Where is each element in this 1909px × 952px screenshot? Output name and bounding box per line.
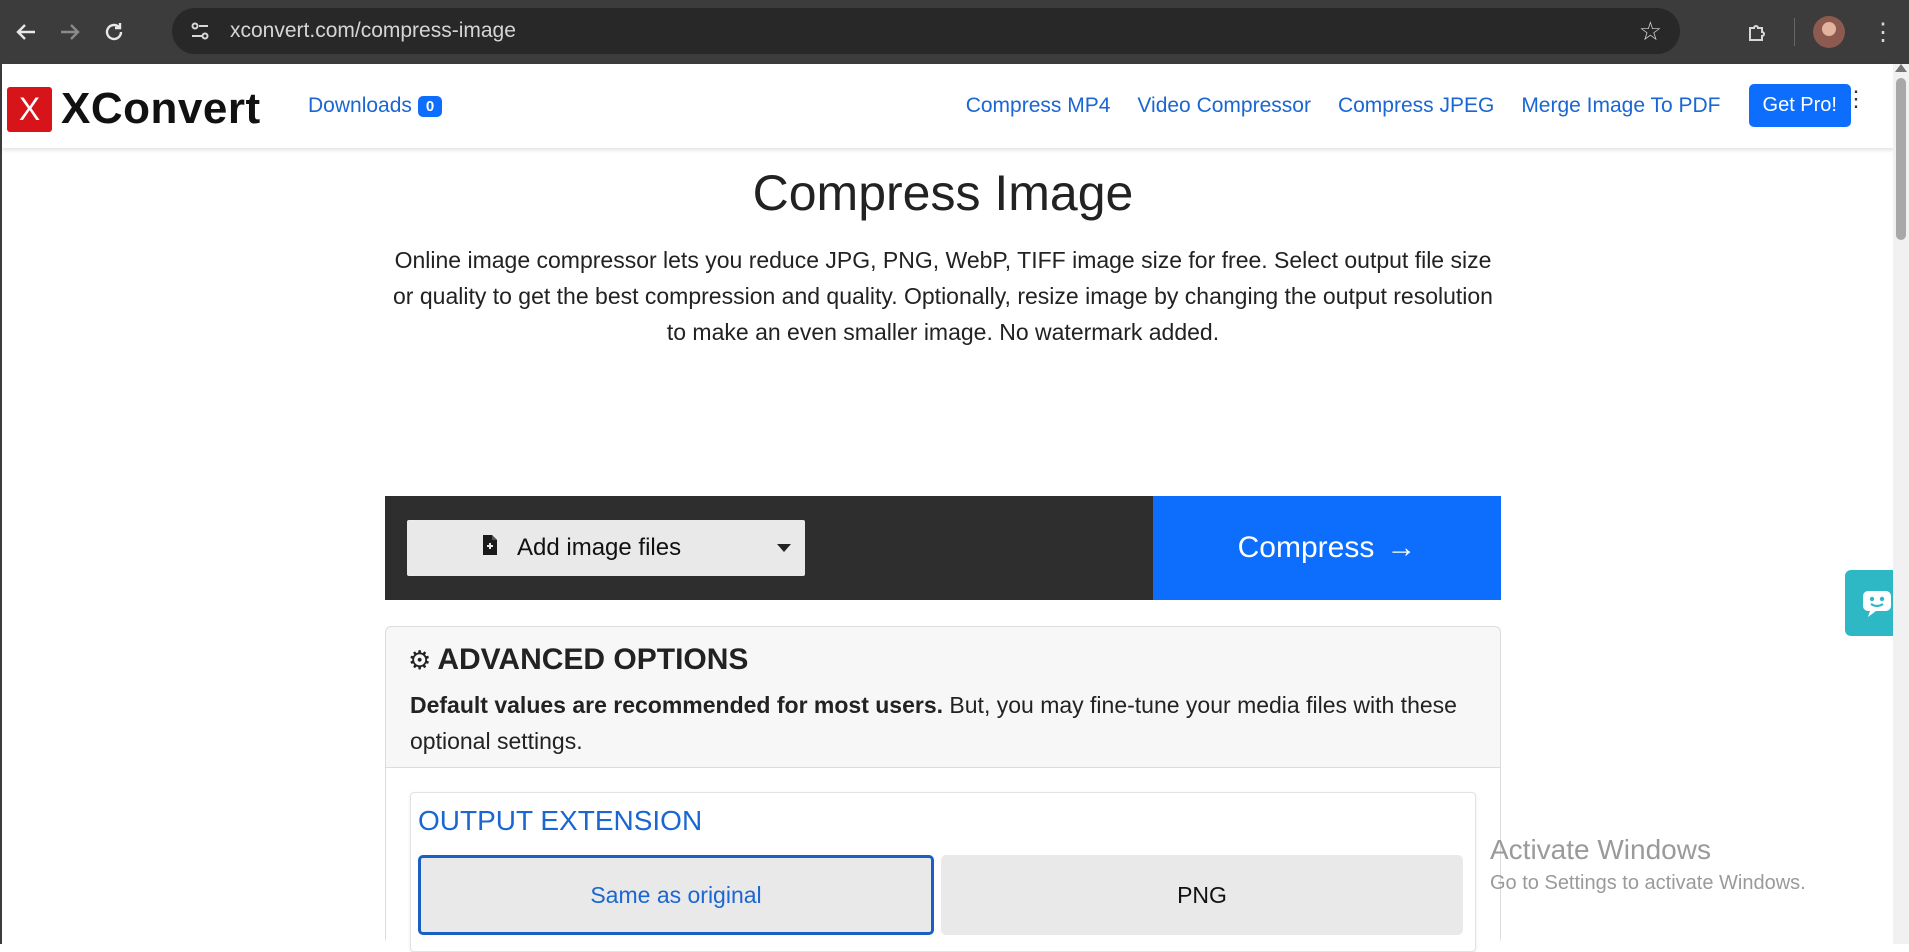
advanced-options-body: OUTPUT EXTENSION Same as original PNG xyxy=(386,767,1500,952)
arrow-right-icon: → xyxy=(1386,531,1417,564)
nav-link-compress-jpeg[interactable]: Compress JPEG xyxy=(1338,94,1494,118)
logo-text: XConvert xyxy=(61,84,261,133)
site-header: X XConvert Downloads 0 Compress MP4 Vide… xyxy=(2,64,1895,148)
activate-windows-title: Activate Windows xyxy=(1490,834,1711,865)
page-scrollbar[interactable] xyxy=(1893,64,1909,944)
chevron-down-icon[interactable] xyxy=(777,544,791,552)
profile-avatar[interactable] xyxy=(1813,16,1845,48)
back-icon[interactable] xyxy=(8,14,44,50)
option-png[interactable]: PNG xyxy=(941,855,1463,935)
vertical-dots-icon[interactable]: ⋮ xyxy=(1845,86,1867,112)
site-settings-icon[interactable] xyxy=(182,13,218,49)
activate-windows-subtitle: Go to Settings to activate Windows. xyxy=(1490,872,1806,894)
option-same-as-original[interactable]: Same as original xyxy=(418,855,934,935)
upload-panel: Add image files xyxy=(385,496,1153,600)
address-bar[interactable]: xconvert.com/compress-image ☆ xyxy=(172,8,1680,54)
gear-icon: ⚙ xyxy=(408,644,432,675)
advanced-options-description: Default values are recommended for most … xyxy=(410,687,1470,759)
advanced-options-panel: ⚙ ADVANCED OPTIONS Default values are re… xyxy=(385,626,1501,952)
output-extension-title: OUTPUT EXTENSION xyxy=(418,805,703,836)
reload-icon[interactable] xyxy=(96,14,132,50)
upload-toolbar: Add image files Compress → xyxy=(385,496,1501,600)
add-image-files-label: Add image files xyxy=(517,534,682,561)
page-description: Online image compressor lets you reduce … xyxy=(393,247,1493,345)
file-icon xyxy=(481,534,499,562)
toolbar-divider xyxy=(1794,18,1795,46)
puzzle-icon[interactable] xyxy=(1738,12,1778,52)
page-title: Compress Image xyxy=(752,165,1134,221)
bookmark-star-icon[interactable]: ☆ xyxy=(1639,16,1662,47)
output-extension-card: OUTPUT EXTENSION Same as original PNG xyxy=(410,792,1476,952)
scroll-up-icon[interactable] xyxy=(1895,64,1907,72)
advanced-desc-bold: Default values are recommended for most … xyxy=(410,692,944,718)
add-image-files-button[interactable]: Add image files xyxy=(407,520,805,576)
nav-link-video-compressor[interactable]: Video Compressor xyxy=(1137,94,1311,118)
nav-link-merge-image-to-pdf[interactable]: Merge Image To PDF xyxy=(1521,94,1720,118)
forward-icon[interactable] xyxy=(52,14,88,50)
web-page: X XConvert Downloads 0 Compress MP4 Vide… xyxy=(0,64,1909,952)
browser-toolbar: xconvert.com/compress-image ☆ ⋮ xyxy=(0,0,1909,64)
compress-label: Compress xyxy=(1237,531,1375,564)
header-nav: Compress MP4 Video Compressor Compress J… xyxy=(939,84,1851,127)
nav-link-compress-mp4[interactable]: Compress MP4 xyxy=(966,94,1111,118)
downloads-link[interactable]: Downloads 0 xyxy=(308,94,443,118)
downloads-count-badge: 0 xyxy=(417,95,443,117)
advanced-options-header: ⚙ ADVANCED OPTIONS xyxy=(408,643,748,677)
advanced-options-title: ADVANCED OPTIONS xyxy=(437,643,749,676)
scrollbar-thumb[interactable] xyxy=(1896,78,1906,240)
downloads-label: Downloads xyxy=(308,94,412,117)
vertical-dots-icon[interactable]: ⋮ xyxy=(1871,18,1895,47)
logo-mark: X xyxy=(7,86,52,132)
compress-button[interactable]: Compress → xyxy=(1153,496,1501,600)
site-logo[interactable]: X XConvert xyxy=(7,84,261,134)
activate-windows-watermark: Activate Windows Go to Settings to activ… xyxy=(1490,834,1806,895)
url-text[interactable]: xconvert.com/compress-image xyxy=(230,19,516,43)
get-pro-button[interactable]: Get Pro! xyxy=(1748,84,1851,127)
